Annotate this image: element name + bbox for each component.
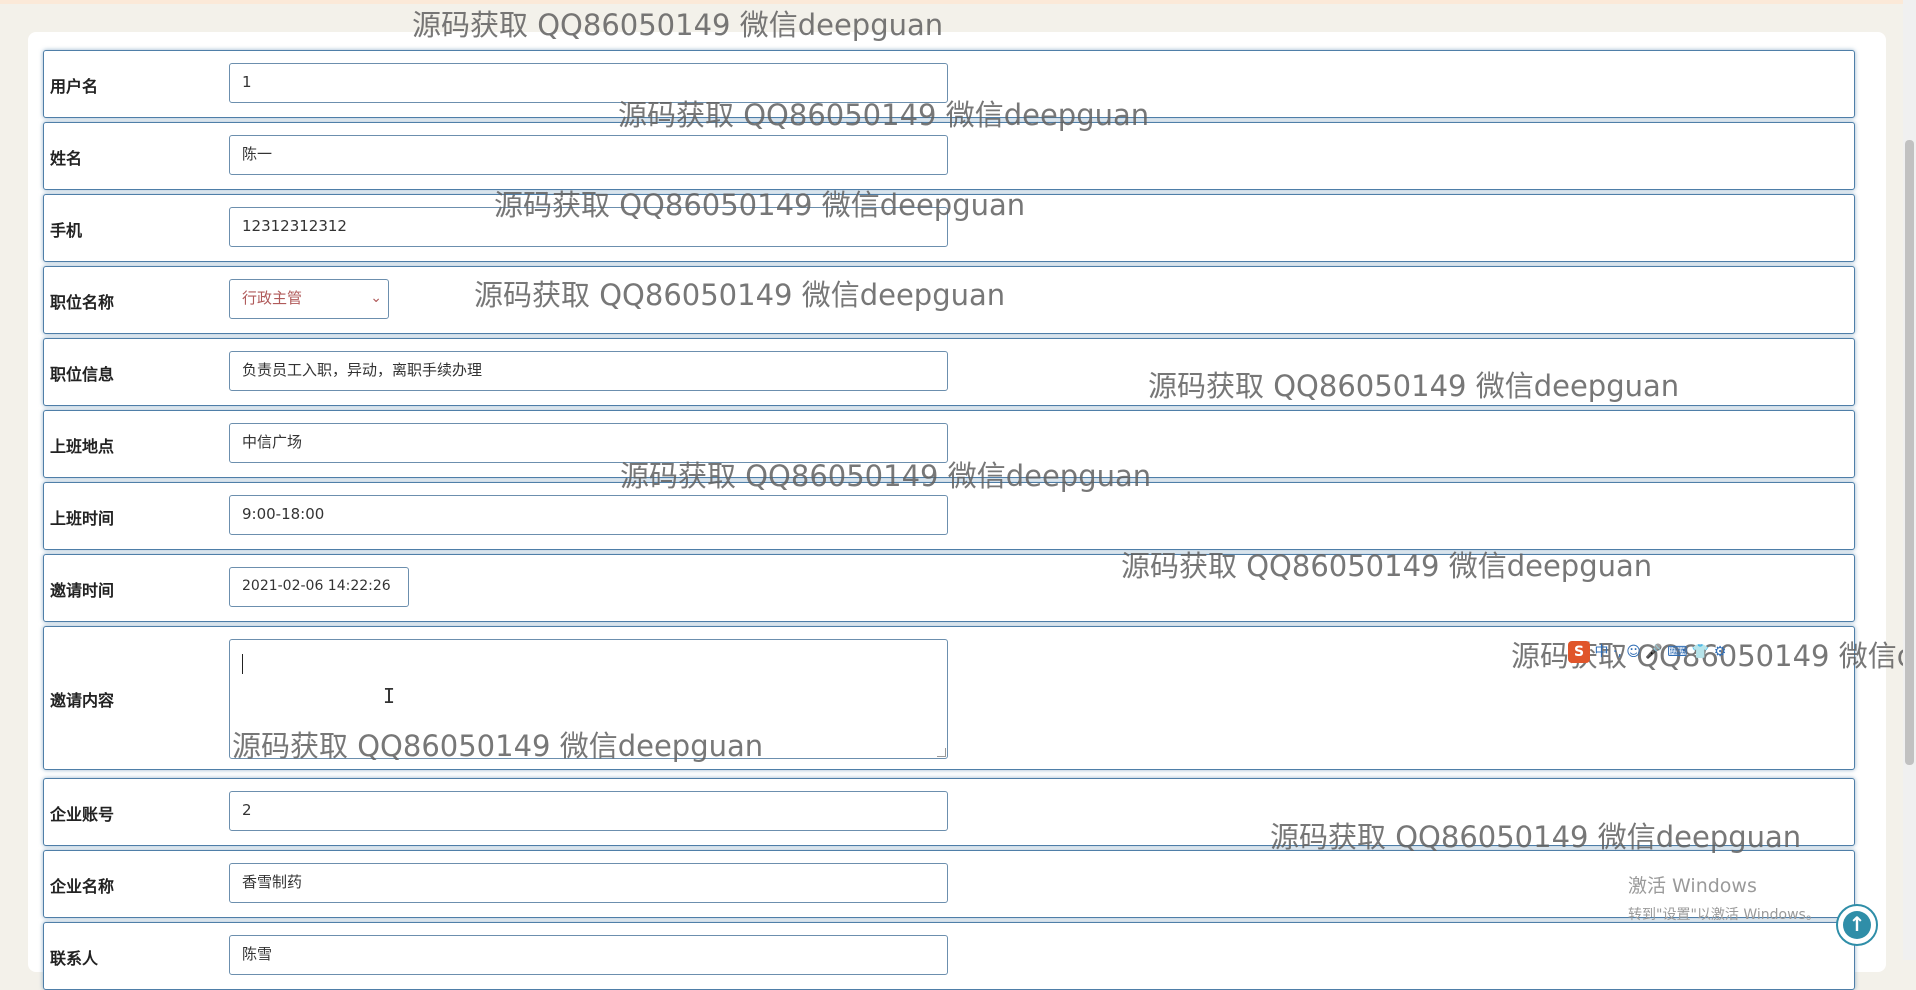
field-row-phone: 手机 12312312312 (43, 194, 1855, 262)
field-row-company-name: 企业名称 香雪制药 (43, 850, 1855, 918)
vertical-scrollbar[interactable] (1903, 0, 1916, 960)
field-label: 用户名 (50, 77, 99, 96)
windows-activation-notice: 激活 Windows 转到"设置"以激活 Windows。 (1628, 871, 1820, 924)
text-caret (242, 654, 243, 674)
phone-input[interactable]: 12312312312 (229, 207, 948, 247)
username-input[interactable]: 1 (229, 63, 948, 103)
scrollbar-thumb[interactable] (1905, 140, 1914, 765)
field-label: 手机 (50, 221, 83, 240)
field-label: 上班地点 (50, 437, 115, 456)
field-row-name: 姓名 陈一 (43, 122, 1855, 190)
field-label: 职位名称 (50, 293, 115, 312)
field-row-position-info: 职位信息 负责员工入职，异动，离职手续办理 (43, 338, 1855, 406)
top-band (0, 0, 1916, 4)
field-label: 上班时间 (50, 509, 115, 528)
field-row-position-name: 职位名称 行政主管 ⌄ (43, 266, 1855, 334)
field-row-work-hours: 上班时间 9:00-18:00 (43, 482, 1855, 550)
position-name-select-value: 行政主管 (242, 289, 303, 307)
work-location-input[interactable]: 中信广场 (229, 423, 948, 463)
ime-toolbar-buttons[interactable]: 中 ·, ☺ 🎤 ⌨ 👕 ⚙ (1594, 644, 1726, 660)
field-row-work-location: 上班地点 中信广场 (43, 410, 1855, 478)
position-name-select[interactable]: 行政主管 ⌄ (229, 279, 389, 319)
company-account-input[interactable]: 2 (229, 791, 948, 831)
field-label: 职位信息 (50, 365, 115, 384)
field-label: 联系人 (50, 949, 99, 968)
text-cursor-icon: I (383, 684, 396, 708)
resize-grip-icon[interactable] (937, 748, 946, 757)
arrow-up-circle-icon: ↑ (1848, 912, 1866, 936)
work-hours-input[interactable]: 9:00-18:00 (229, 495, 948, 535)
field-label: 姓名 (50, 149, 83, 168)
activation-subtitle: 转到"设置"以激活 Windows。 (1628, 907, 1820, 923)
field-label: 邀请时间 (50, 581, 115, 600)
name-input[interactable]: 陈一 (229, 135, 948, 175)
field-row-username: 用户名 1 (43, 50, 1855, 118)
contact-input[interactable]: 陈雪 (229, 935, 948, 975)
company-name-input[interactable]: 香雪制药 (229, 863, 948, 903)
activation-title: 激活 Windows (1628, 875, 1757, 897)
invite-time-input[interactable]: 2021-02-06 14:22:26 (229, 567, 409, 607)
field-label: 企业账号 (50, 805, 115, 824)
position-info-input[interactable]: 负责员工入职，异动，离职手续办理 (229, 351, 948, 391)
ime-toolbar[interactable]: S 中 ·, ☺ 🎤 ⌨ 👕 ⚙ (1568, 641, 1776, 667)
field-row-contact: 联系人 陈雪 (43, 922, 1855, 990)
field-row-company-account: 企业账号 2 (43, 778, 1855, 846)
invite-content-textarea[interactable]: I (229, 639, 948, 759)
chevron-down-icon: ⌄ (370, 290, 382, 306)
field-label: 企业名称 (50, 877, 115, 896)
sogou-s-icon[interactable]: S (1568, 641, 1590, 663)
field-row-invite-time: 邀请时间 2021-02-06 14:22:26 (43, 554, 1855, 622)
field-label: 邀请内容 (50, 691, 115, 710)
back-to-top-button[interactable]: ↑ (1836, 904, 1878, 946)
